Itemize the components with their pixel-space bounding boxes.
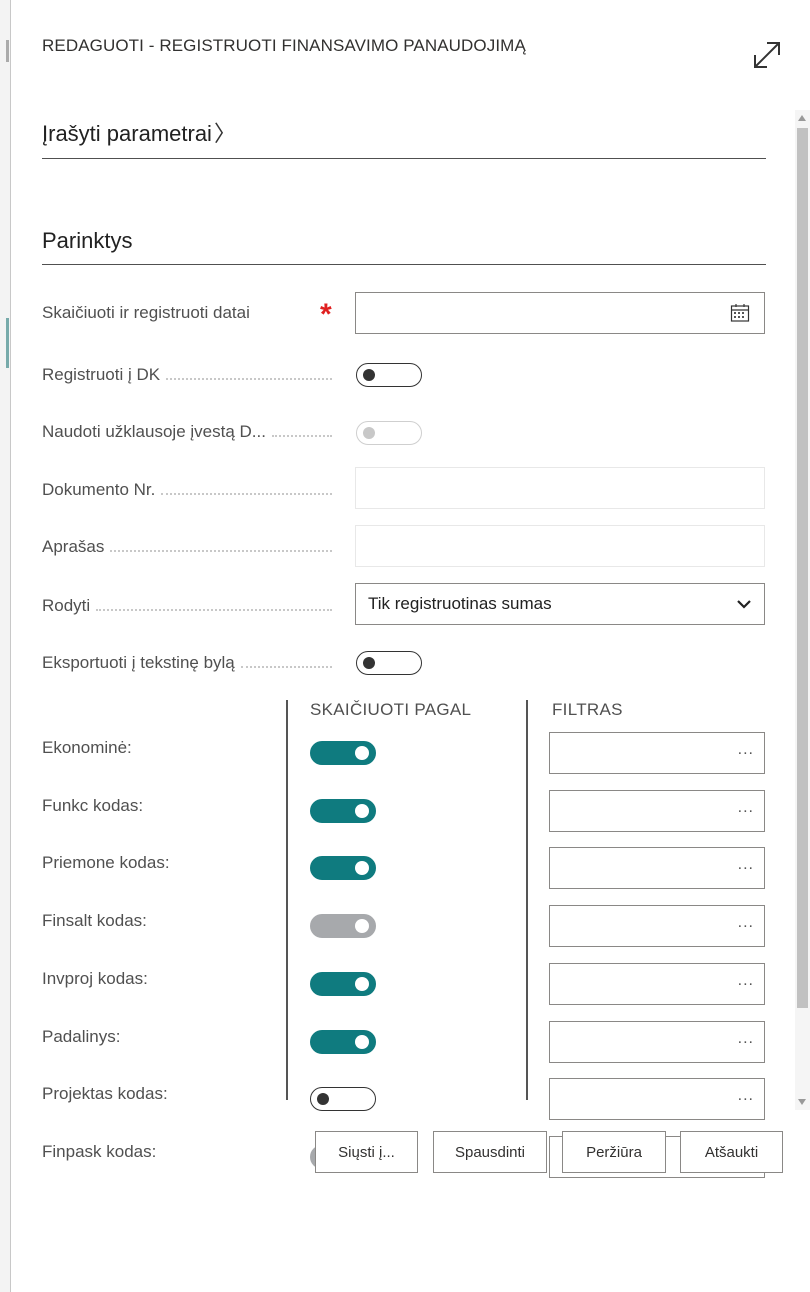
- section-saved-params[interactable]: Įrašyti parametrai〉: [42, 116, 766, 159]
- show-label-text: Rodyti: [42, 596, 91, 615]
- dimension-label: Priemone kodas:: [42, 853, 170, 872]
- send-to-button[interactable]: Siųsti į...: [315, 1131, 418, 1173]
- expand-icon[interactable]: [750, 38, 784, 72]
- document-no-label-text: Dokumento Nr.: [42, 480, 156, 499]
- dimension-label: Projektas kodas:: [42, 1084, 168, 1103]
- dimension-filter-input[interactable]: ...: [549, 790, 765, 832]
- section-options[interactable]: Parinktys: [42, 228, 766, 265]
- lookup-ellipsis-button[interactable]: ...: [738, 972, 754, 990]
- background-page-edge: [0, 0, 11, 1292]
- chevron-down-icon: [737, 600, 751, 609]
- document-no-label: Dokumento Nr.: [42, 480, 342, 500]
- dimension-filter-input[interactable]: ...: [549, 1078, 765, 1120]
- dimension-label: Funkc kodas:: [42, 796, 144, 815]
- posting-date-input[interactable]: [355, 292, 765, 334]
- dimension-calc-toggle[interactable]: [310, 972, 376, 996]
- chevron-right-icon: 〉: [213, 121, 236, 146]
- dialog-title: REDAGUOTI - REGISTRUOTI FINANSAVIMO PANA…: [42, 36, 526, 55]
- lookup-ellipsis-button[interactable]: ...: [738, 1087, 754, 1105]
- show-select-value: Tik registruotinas sumas: [368, 594, 552, 613]
- preview-button[interactable]: Peržiūra: [562, 1131, 666, 1173]
- column-divider: [526, 700, 528, 1100]
- calc-by-header: SKAIČIUOTI PAGAL: [310, 700, 472, 719]
- show-select[interactable]: Tik registruotinas sumas: [355, 583, 765, 625]
- calendar-icon[interactable]: [730, 303, 750, 323]
- dimension-filter-input[interactable]: ...: [549, 1021, 765, 1063]
- lookup-ellipsis-button[interactable]: ...: [738, 799, 754, 817]
- use-query-date-label-text: Naudoti užklausoje įvestą D...: [42, 422, 266, 441]
- cancel-button[interactable]: Atšaukti: [680, 1131, 783, 1173]
- dimension-filter-input[interactable]: ...: [549, 963, 765, 1005]
- scroll-down-icon[interactable]: [798, 1099, 806, 1105]
- edge-mark: [6, 318, 9, 368]
- use-query-date-label: Naudoti užklausoje įvestą D...: [42, 422, 342, 442]
- section-options-title: Parinktys: [42, 228, 133, 253]
- dimension-calc-toggle[interactable]: [310, 914, 376, 938]
- document-no-input[interactable]: [355, 467, 765, 509]
- edge-mark: [6, 40, 9, 62]
- lookup-ellipsis-button[interactable]: ...: [738, 1030, 754, 1048]
- description-input[interactable]: [355, 525, 765, 567]
- print-button[interactable]: Spausdinti: [433, 1131, 547, 1173]
- dimension-calc-toggle[interactable]: [310, 856, 376, 880]
- post-to-gl-label-text: Registruoti į DK: [42, 365, 161, 384]
- post-to-gl-toggle[interactable]: [356, 363, 422, 387]
- lookup-ellipsis-button[interactable]: ...: [738, 741, 754, 759]
- dimension-filter-input[interactable]: ...: [549, 732, 765, 774]
- export-text-toggle[interactable]: [356, 651, 422, 675]
- section-saved-params-title: Įrašyti parametrai: [42, 121, 212, 146]
- dimension-calc-toggle[interactable]: [310, 741, 376, 765]
- use-query-date-toggle[interactable]: [356, 421, 422, 445]
- dimension-calc-toggle[interactable]: [310, 1087, 376, 1111]
- dimension-filter-input[interactable]: ...: [549, 847, 765, 889]
- required-indicator-icon: *: [320, 298, 332, 331]
- dimension-label: Finpask kodas:: [42, 1142, 157, 1161]
- filter-header: FILTRAS: [552, 700, 623, 719]
- dimension-label: Ekonominė:: [42, 738, 132, 757]
- description-label: Aprašas: [42, 537, 342, 557]
- dimension-label: Finsalt kodas:: [42, 911, 147, 930]
- dimension-filter-input[interactable]: ...: [549, 905, 765, 947]
- dimension-label: Invproj kodas:: [42, 969, 148, 988]
- posting-date-label: Skaičiuoti ir registruoti datai: [42, 303, 342, 323]
- post-to-gl-label: Registruoti į DK: [42, 365, 342, 385]
- lookup-ellipsis-button[interactable]: ...: [738, 856, 754, 874]
- dimension-calc-toggle[interactable]: [310, 1030, 376, 1054]
- dimension-label: Padalinys:: [42, 1027, 121, 1046]
- scrollbar[interactable]: [795, 110, 810, 1110]
- description-label-text: Aprašas: [42, 537, 105, 556]
- column-divider: [286, 700, 288, 1100]
- show-label: Rodyti: [42, 596, 342, 616]
- posting-date-label-text: Skaičiuoti ir registruoti datai: [42, 303, 250, 322]
- dimension-calc-toggle[interactable]: [310, 799, 376, 823]
- export-text-label: Eksportuoti į tekstinę bylą: [42, 653, 342, 673]
- scroll-up-icon[interactable]: [798, 115, 806, 121]
- lookup-ellipsis-button[interactable]: ...: [738, 914, 754, 932]
- scrollbar-thumb[interactable]: [797, 128, 808, 1008]
- export-text-label-text: Eksportuoti į tekstinę bylą: [42, 653, 235, 672]
